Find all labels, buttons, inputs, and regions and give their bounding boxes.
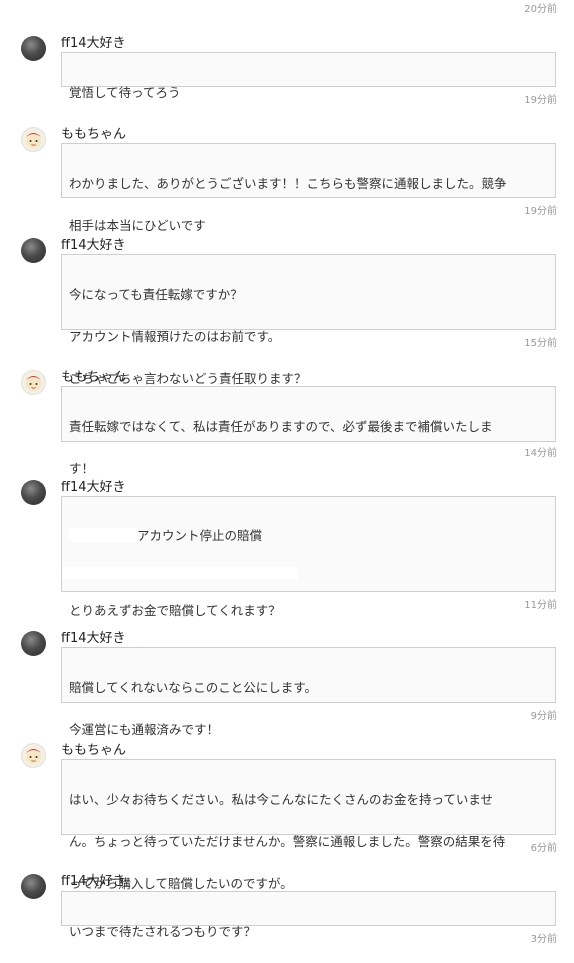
timestamp: 19分前: [524, 95, 557, 106]
timestamp: 9分前: [530, 711, 557, 722]
user-avatar-dark-icon[interactable]: [21, 874, 46, 899]
sender-name[interactable]: ff14大好き: [61, 238, 126, 254]
message-text: はい、少々お待ちください。私は今こんなにたくさんのお金を持っていませ: [69, 792, 494, 807]
message-bubble: 賠償してくれないならこのこと公にします。 今運営にも通報済みです！: [61, 647, 556, 737]
message-line: アカウント停止の賠償: [69, 525, 547, 546]
user-avatar-character-icon[interactable]: [21, 370, 46, 395]
message-bubble: アカウント停止の賠償 とりあえずお金で賠償してくれます？ 買ってください。: [61, 496, 556, 660]
message-text: す！: [69, 461, 95, 476]
timestamp: 15分前: [524, 338, 557, 349]
user-avatar-dark-icon[interactable]: [21, 631, 46, 656]
user-avatar-character-icon[interactable]: [21, 743, 46, 768]
user-avatar-dark-icon[interactable]: [21, 238, 46, 263]
message-bubble: 今になっても責任転嫁ですか？ アカウント情報預けたのはお前です。 ごちゃごちゃ言…: [61, 254, 556, 386]
message-text: アカウント情報預けたのはお前です。: [69, 329, 281, 344]
message-text: アカウント停止の賠償: [137, 528, 263, 543]
message-text: 責任転嫁ではなくて、私は責任がありますので、必ず最後まで補償いたしま: [69, 419, 493, 434]
message-text: ん。ちょっと待っていただけませんか。警察に通報しました。警察の結果を待: [69, 834, 506, 849]
message-text: 相手は本当にひどいです: [69, 218, 206, 233]
message-bubble: 覚悟して待ってろう: [61, 52, 556, 100]
sender-name[interactable]: ももちゃん: [61, 127, 126, 143]
timestamp: 19分前: [524, 206, 557, 217]
sender-name[interactable]: ff14大好き: [61, 480, 126, 496]
message-text: とりあえずお金で賠償してくれます？: [69, 603, 281, 618]
sender-name[interactable]: ももちゃん: [61, 370, 126, 386]
redaction-block: [69, 528, 137, 542]
sender-name[interactable]: ff14大好き: [61, 36, 126, 52]
message-text: 今になっても責任転嫁ですか？: [69, 287, 243, 302]
message-text: いつまで待たされるつもりです？: [69, 924, 257, 939]
timestamp: 20分前: [524, 4, 557, 15]
timestamp: 14分前: [524, 448, 557, 459]
message-text: わかりました、ありがとうございます！！こちらも警察に通報しました。競争: [69, 176, 507, 191]
redaction-block: [62, 567, 298, 579]
user-avatar-character-icon[interactable]: [21, 127, 46, 152]
message-text: 賠償してくれないならこのこと公にします。: [69, 680, 318, 695]
timestamp: 6分前: [530, 843, 557, 854]
sender-name[interactable]: ももちゃん: [61, 743, 126, 759]
user-avatar-dark-icon[interactable]: [21, 36, 46, 61]
message-bubble: わかりました、ありがとうございます！！こちらも警察に通報しました。競争 相手は本…: [61, 143, 556, 233]
user-avatar-dark-icon[interactable]: [21, 480, 46, 505]
timestamp: 3分前: [530, 934, 557, 945]
message-bubble: いつまで待たされるつもりです？: [61, 891, 556, 939]
sender-name[interactable]: ff14大好き: [61, 631, 126, 647]
message-bubble: はい、少々お待ちください。私は今こんなにたくさんのお金を持っていませ ん。ちょっ…: [61, 759, 556, 891]
message-text: 覚悟して待ってろう: [69, 85, 181, 100]
message-text: 今運営にも通報済みです！: [69, 722, 220, 737]
chat-log: 20分前 ff14大好き 覚悟して待ってろう 19分前 ももちゃん わかりました…: [0, 0, 574, 946]
sender-name[interactable]: ff14大好き: [61, 874, 126, 890]
timestamp: 11分前: [524, 600, 557, 611]
message-bubble: 責任転嫁ではなくて、私は責任がありますので、必ず最後まで補償いたしま す！: [61, 386, 556, 476]
